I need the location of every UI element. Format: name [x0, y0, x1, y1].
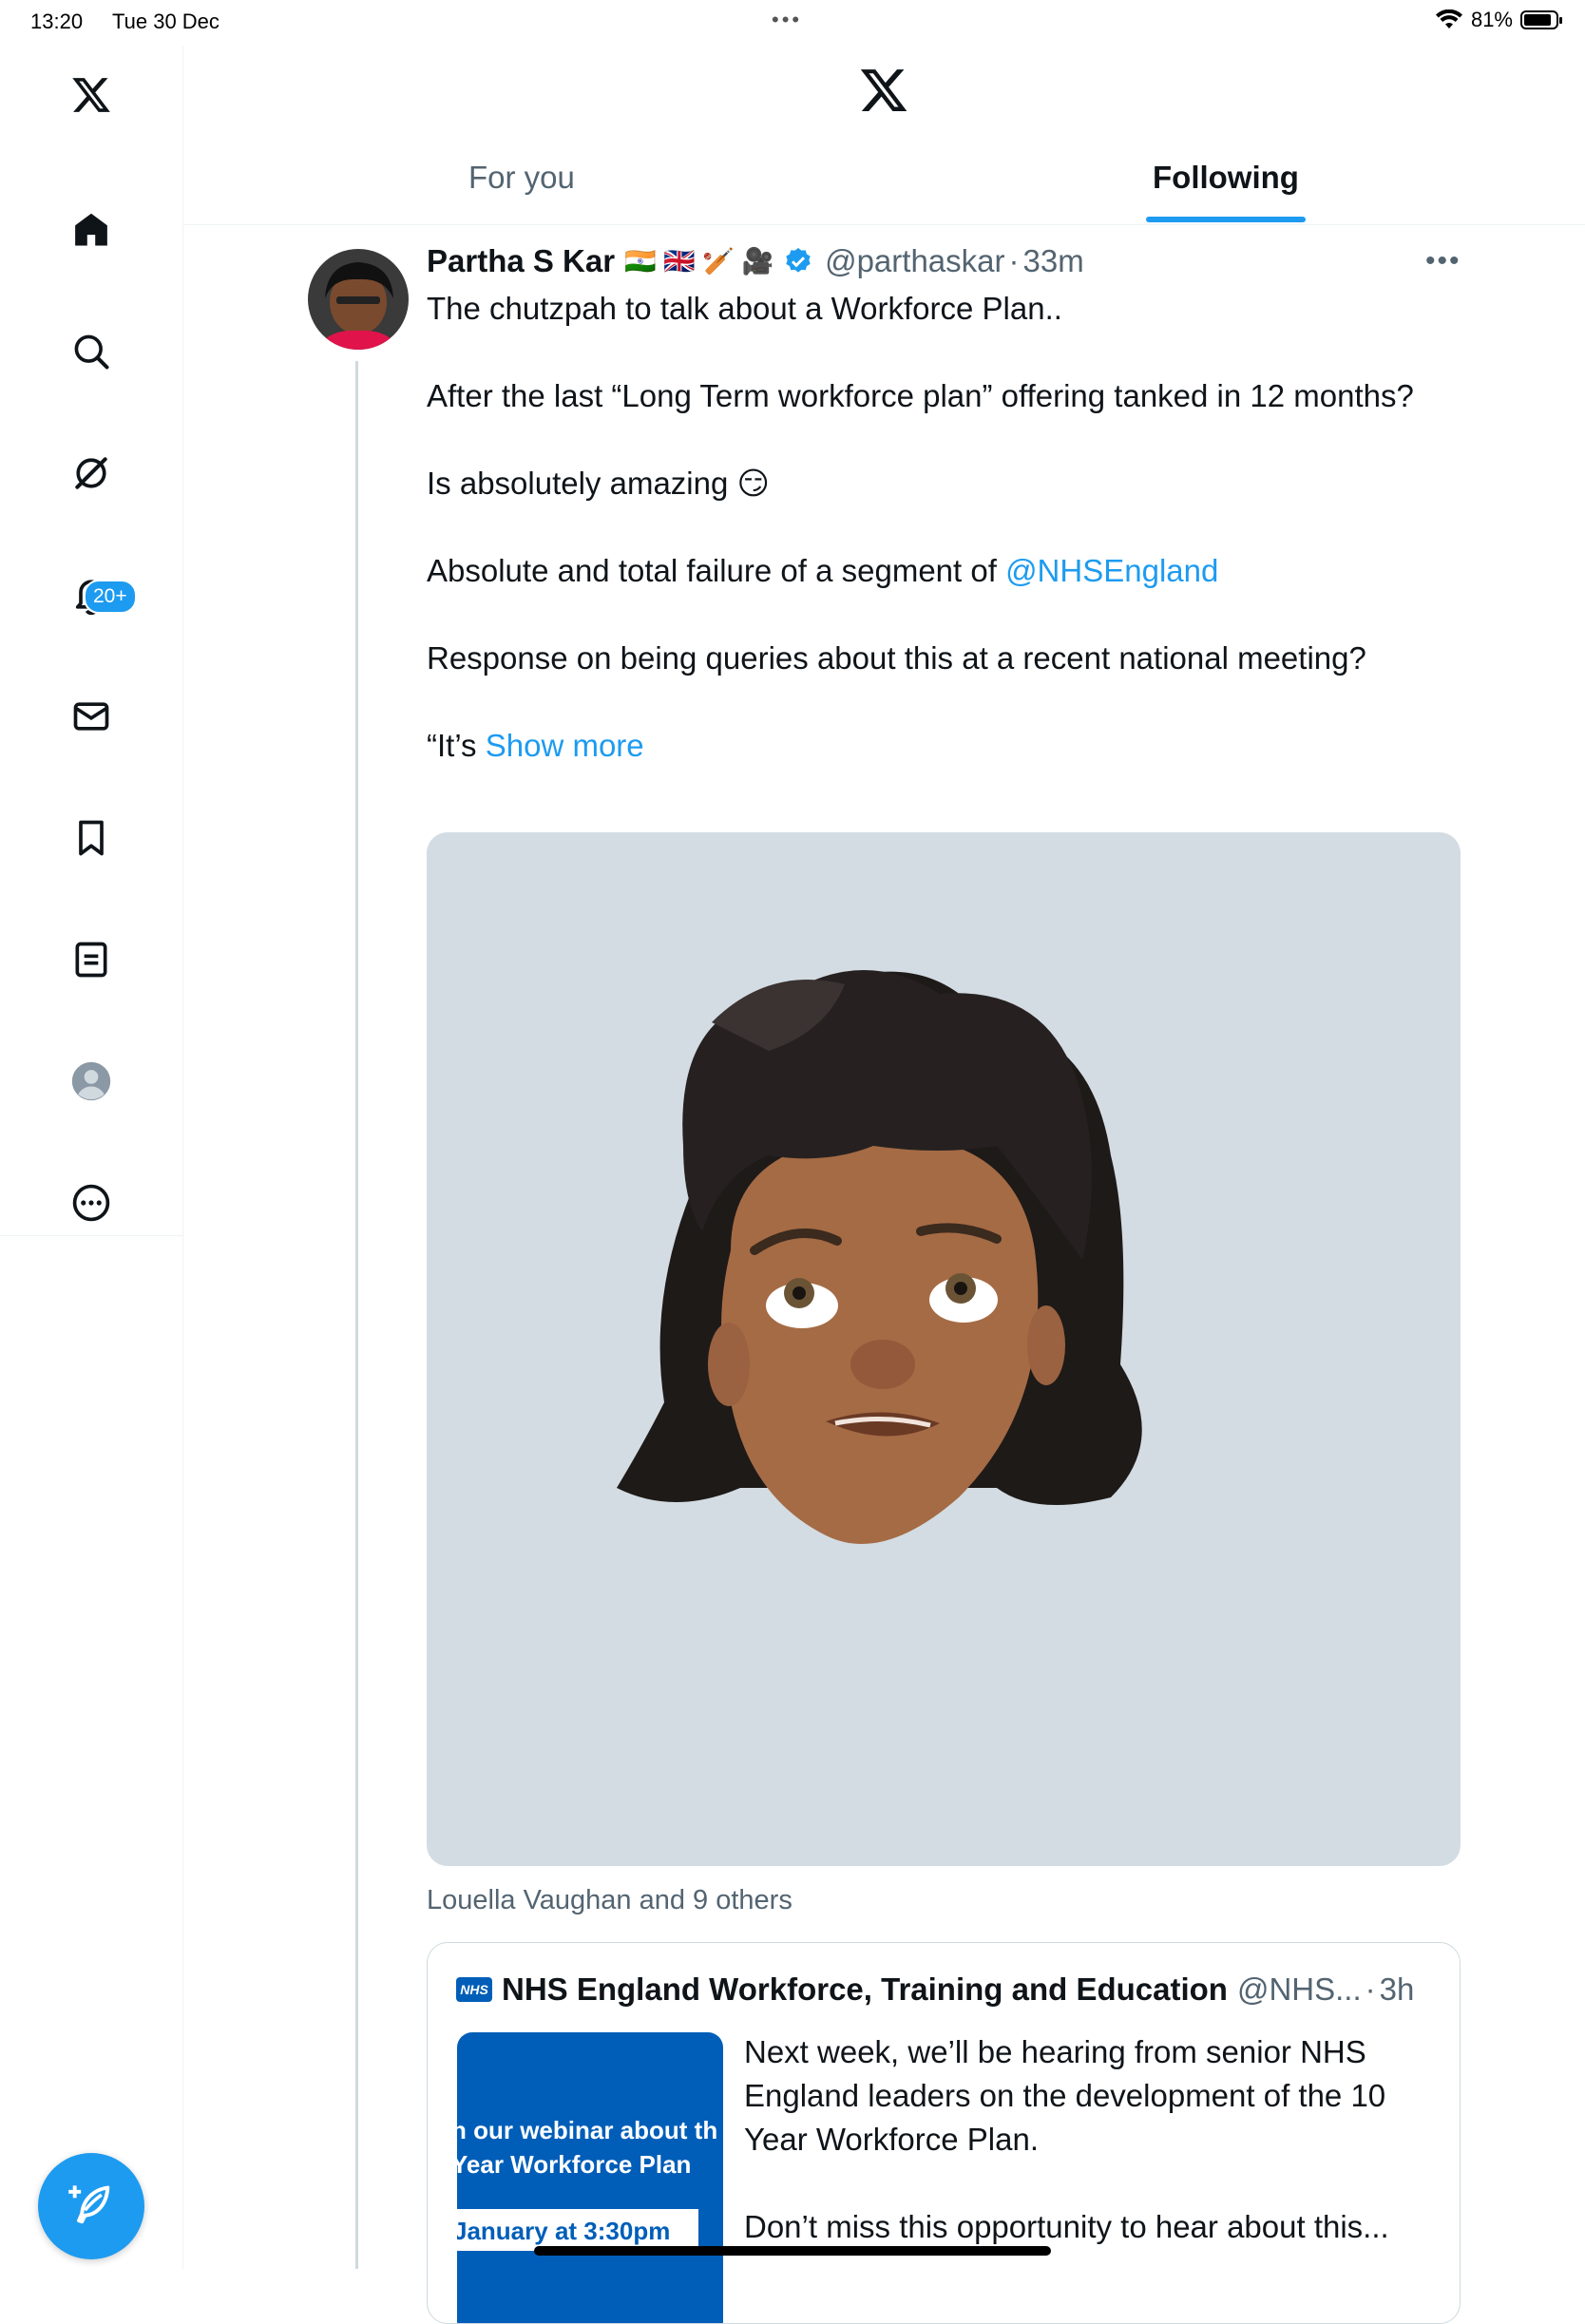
home-indicator[interactable] [534, 2246, 1051, 2256]
active-tab-indicator [1146, 217, 1306, 222]
messages-icon[interactable] [61, 686, 122, 747]
tweet-media-image[interactable] [427, 832, 1461, 1866]
notifications-badge: 20+ [84, 580, 137, 614]
tweet-paragraph: Is absolutely amazing 😏 [427, 466, 770, 501]
tweet-paragraph: Absolute and total failure of a segment … [427, 549, 1472, 593]
status-date: Tue 30 Dec [112, 10, 220, 33]
mention-link[interactable]: @NHSEngland [1005, 553, 1218, 588]
grok-icon[interactable] [61, 443, 122, 504]
tweet-paragraph: The chutzpah to talk about a Workforce P… [427, 291, 1062, 326]
quoted-separator: · [1365, 1972, 1376, 2007]
image-text-line: n our webinar about th [457, 2116, 718, 2144]
x-logo-icon[interactable] [858, 65, 909, 116]
more-icon[interactable] [61, 1172, 122, 1233]
quoted-paragraph: Don’t miss this opportunity to hear abou… [744, 2209, 1389, 2244]
header-separator: · [1008, 243, 1020, 278]
author-handle[interactable]: @parthaskar [825, 243, 1004, 279]
quoted-time[interactable]: 3h [1380, 1972, 1415, 2008]
tweet-header: Partha S Kar 🇮🇳 🇬🇧 🏏 🎥 @parthaskar · 33m [427, 243, 1084, 279]
tweet-more-options-icon[interactable]: ••• [1425, 245, 1461, 277]
quoted-tweet-image[interactable]: n our webinar about th Year Workforce Pl… [457, 2032, 723, 2323]
tweet-text: The chutzpah to talk about a Workforce P… [427, 287, 1472, 811]
wifi-icon [1435, 10, 1462, 29]
x-logo-icon[interactable] [61, 65, 122, 125]
show-more-link[interactable]: Show more [486, 728, 644, 763]
battery-percent: 81% [1470, 8, 1513, 31]
search-icon[interactable] [61, 321, 122, 382]
quoted-author-name[interactable]: NHS England Workforce, Training and Educ… [502, 1972, 1228, 2008]
tweet-text-segment: “It’s [427, 728, 486, 763]
bookmarks-icon[interactable] [61, 808, 122, 868]
liked-by-text[interactable]: Louella Vaughan and 9 others [427, 1885, 792, 1916]
author-name-emojis: 🇮🇳 🇬🇧 🏏 🎥 [624, 247, 774, 276]
sidebar: 20+ [0, 46, 183, 2269]
status-right: 81% [1435, 8, 1562, 32]
quoted-author-handle[interactable]: @NHS... [1237, 1972, 1362, 2008]
sidebar-divider [0, 1235, 182, 1236]
tweet-time[interactable]: 33m [1023, 243, 1084, 279]
multitasking-dots[interactable]: ••• [772, 8, 802, 32]
tweet-paragraph: After the last “Long Term workforce plan… [427, 378, 1414, 413]
profile-icon[interactable] [61, 1051, 122, 1112]
thread-line [355, 361, 358, 2269]
quoted-tweet[interactable]: NHS NHS England Workforce, Training and … [427, 1942, 1461, 2324]
tab-for-you[interactable]: For you [468, 160, 575, 196]
image-text-line: Year Workforce Plan [457, 2150, 692, 2179]
lists-icon[interactable] [61, 929, 122, 990]
quoted-tweet-header: NHS NHS England Workforce, Training and … [456, 1972, 1414, 2008]
compose-button[interactable] [38, 2153, 144, 2259]
tab-following[interactable]: Following [1153, 160, 1299, 196]
tweet-paragraph: “It’s Show more [427, 724, 1472, 768]
home-icon[interactable] [61, 200, 122, 260]
tweet-paragraph: Response on being queries about this at … [427, 640, 1366, 676]
timeline-header: For you Following [183, 46, 1585, 225]
nhs-logo-icon: NHS [456, 1977, 492, 2002]
verified-badge-icon [786, 248, 811, 273]
quoted-paragraph: Next week, we’ll be hearing from senior … [744, 2034, 1386, 2157]
battery-icon [1520, 10, 1562, 29]
status-time: 13:20 [30, 10, 84, 33]
status-bar: 13:20 Tue 30 Dec ••• 81% [0, 0, 1585, 46]
image-text-line: January at 3:30pm [457, 2209, 698, 2251]
author-name[interactable]: Partha S Kar [427, 243, 615, 279]
avatar[interactable] [308, 249, 409, 350]
compose-icon [68, 2185, 110, 2224]
tweet-text-segment: Absolute and total failure of a segment … [427, 553, 1006, 588]
